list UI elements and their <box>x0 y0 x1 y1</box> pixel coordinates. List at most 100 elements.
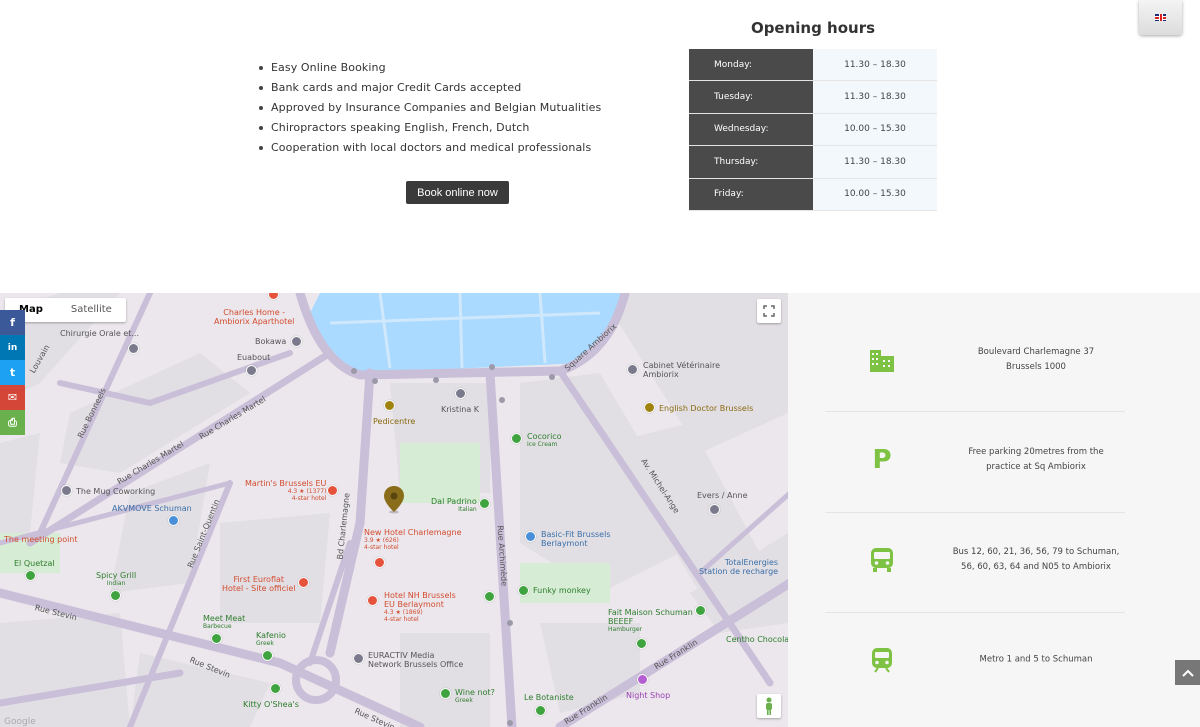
building-icon <box>869 347 895 373</box>
day-cell: Wednesday: <box>689 113 813 147</box>
scroll-to-top-button[interactable] <box>1175 660 1200 685</box>
gym-icon[interactable] <box>525 531 536 542</box>
restaurant-icon[interactable] <box>110 590 121 601</box>
time-cell: 11.30 – 18.30 <box>813 49 937 82</box>
print-icon[interactable]: ⎙ <box>0 410 25 435</box>
restaurant-icon[interactable] <box>695 605 706 616</box>
book-online-button[interactable]: Book online now <box>406 181 509 204</box>
uk-flag-icon <box>1155 14 1166 21</box>
info-line: Free parking 20metres from the <box>968 447 1104 457</box>
hotel-icon[interactable] <box>327 485 338 496</box>
time-cell: 10.00 – 15.30 <box>813 113 937 147</box>
place-icon[interactable] <box>627 364 638 375</box>
street-view-button[interactable] <box>757 694 781 718</box>
restaurant-icon[interactable] <box>535 705 546 716</box>
map-label: Kristina K <box>441 405 480 414</box>
map-label-line: Hamburger <box>608 626 642 633</box>
language-switcher-button[interactable] <box>1139 0 1182 35</box>
place-icon[interactable] <box>246 365 257 376</box>
google-logo: Google <box>4 717 36 727</box>
location-marker-icon[interactable] <box>384 486 404 514</box>
hotel-icon[interactable] <box>298 577 309 588</box>
map-label: The meeting point <box>4 535 78 544</box>
bus-row: Bus 12, 60, 21, 36, 56, 79 to Schuman, 5… <box>825 510 1163 610</box>
map-label: Kafenio Greek <box>256 631 286 647</box>
restaurant-icon[interactable] <box>479 498 490 509</box>
map-label-line: Indian <box>106 580 126 587</box>
fullscreen-button[interactable] <box>757 299 781 323</box>
info-line: Metro 1 and 5 to Schuman <box>979 654 1093 665</box>
restaurant-icon[interactable] <box>636 638 647 649</box>
map-label-line: Greek <box>455 697 473 704</box>
gym-icon[interactable] <box>168 515 179 526</box>
place-icon[interactable] <box>291 336 302 347</box>
map-label: Centho Chocola <box>726 635 788 644</box>
map-label: EURACTIV Media Network Brussels Office <box>368 651 463 669</box>
restaurant-icon[interactable] <box>484 591 495 602</box>
time-cell: 11.30 – 18.30 <box>813 81 937 114</box>
restaurant-icon[interactable] <box>211 633 222 644</box>
map-label: Cocorico Ice Cream <box>527 432 562 448</box>
map-label: Basic-Fit Brussels Berlaymont <box>541 530 610 548</box>
google-map[interactable]: Rue Bonneels Rue Charles Martel Rue Char… <box>0 293 788 727</box>
map-label: Cabinet Vétérinaire Ambiorix <box>643 361 720 379</box>
day-cell: Thursday: <box>689 146 813 179</box>
hotel-icon[interactable] <box>367 595 378 606</box>
map-label: New Hotel Charlemagne 3.9 ★ (626) 4-star h… <box>364 528 461 551</box>
pegman-icon <box>766 697 772 715</box>
place-icon[interactable] <box>61 485 72 496</box>
map-label: Euabout <box>237 353 271 362</box>
place-icon[interactable] <box>455 388 466 399</box>
restaurant-icon[interactable] <box>511 433 522 444</box>
map-label: Charles Home - Ambiorix Aparthotel <box>214 308 294 326</box>
health-icon[interactable] <box>644 402 655 413</box>
map-label-line: Charles Home - <box>223 308 286 317</box>
time-cell: 11.30 – 18.30 <box>813 146 937 179</box>
map-label-line: 4.3 ★ (1869) <box>384 609 423 616</box>
map-label-line: Ice Cream <box>527 441 558 448</box>
map-label-line: EURACTIV Media <box>368 651 435 660</box>
twitter-icon[interactable]: t <box>0 360 25 385</box>
page: Easy Online Booking Bank cards and major… <box>0 0 1200 727</box>
opening-hours-table: Monday: 11.30 – 18.30 Tuesday: 11.30 – 18.… <box>689 49 937 211</box>
map-label-line: 3.9 ★ (626) <box>364 537 399 544</box>
map-label-line: 4-star hotel <box>291 495 327 502</box>
map-label: Le Botaniste <box>524 693 574 702</box>
time-cell: 10.00 – 15.30 <box>813 178 937 211</box>
restaurant-icon[interactable] <box>440 688 451 699</box>
map-label: Kitty O'Shea's <box>243 700 299 709</box>
feature-item: Easy Online Booking <box>256 58 601 78</box>
map-label-line: Dal Padrino <box>431 497 477 506</box>
health-icon[interactable] <box>384 400 395 411</box>
map-type-satellite-button[interactable]: Satellite <box>57 298 126 322</box>
restaurant-icon[interactable] <box>270 683 281 694</box>
linkedin-icon[interactable]: in <box>0 335 25 360</box>
hotel-icon[interactable] <box>374 557 385 568</box>
place-icon[interactable] <box>128 343 139 354</box>
map-label-line: 4-star hotel <box>384 616 419 623</box>
email-icon[interactable]: ✉ <box>0 385 25 410</box>
map-label: Fait Maison Schuman BEEEF Hamburger <box>608 608 693 633</box>
map-label-line: Berlaymont <box>541 539 588 548</box>
feature-item: Bank cards and major Credit Cards accept… <box>256 78 601 98</box>
restaurant-icon[interactable] <box>518 585 529 596</box>
contact-info-panel: Boulevard Charlemagne 37 Brussels 1000 P… <box>788 293 1200 727</box>
map-label-line: Kafenio <box>256 631 286 640</box>
map-label-line: Italian <box>458 506 477 513</box>
restaurant-icon[interactable] <box>25 570 36 581</box>
hours-row: Wednesday: 10.00 – 15.30 <box>689 113 937 147</box>
map-label-line: Cocorico <box>527 432 562 441</box>
map-label-line: Spicy Grill <box>96 571 137 580</box>
map-label: Bokawa <box>255 337 287 346</box>
metro-text: Metro 1 and 5 to Schuman <box>941 653 1131 668</box>
feature-list: Easy Online Booking Bank cards and major… <box>256 58 601 158</box>
map-label-line: Fait Maison Schuman <box>608 608 693 617</box>
map-label: Funky monkey <box>533 586 591 595</box>
shop-icon[interactable] <box>637 674 648 685</box>
facebook-icon[interactable]: f <box>0 310 25 335</box>
parking-text: Free parking 20metres from the practice … <box>941 445 1131 475</box>
restaurant-icon[interactable] <box>262 650 273 661</box>
social-share-bar: f in t ✉ ⎙ <box>0 310 25 435</box>
place-icon[interactable] <box>353 653 364 664</box>
place-icon[interactable] <box>709 504 720 515</box>
